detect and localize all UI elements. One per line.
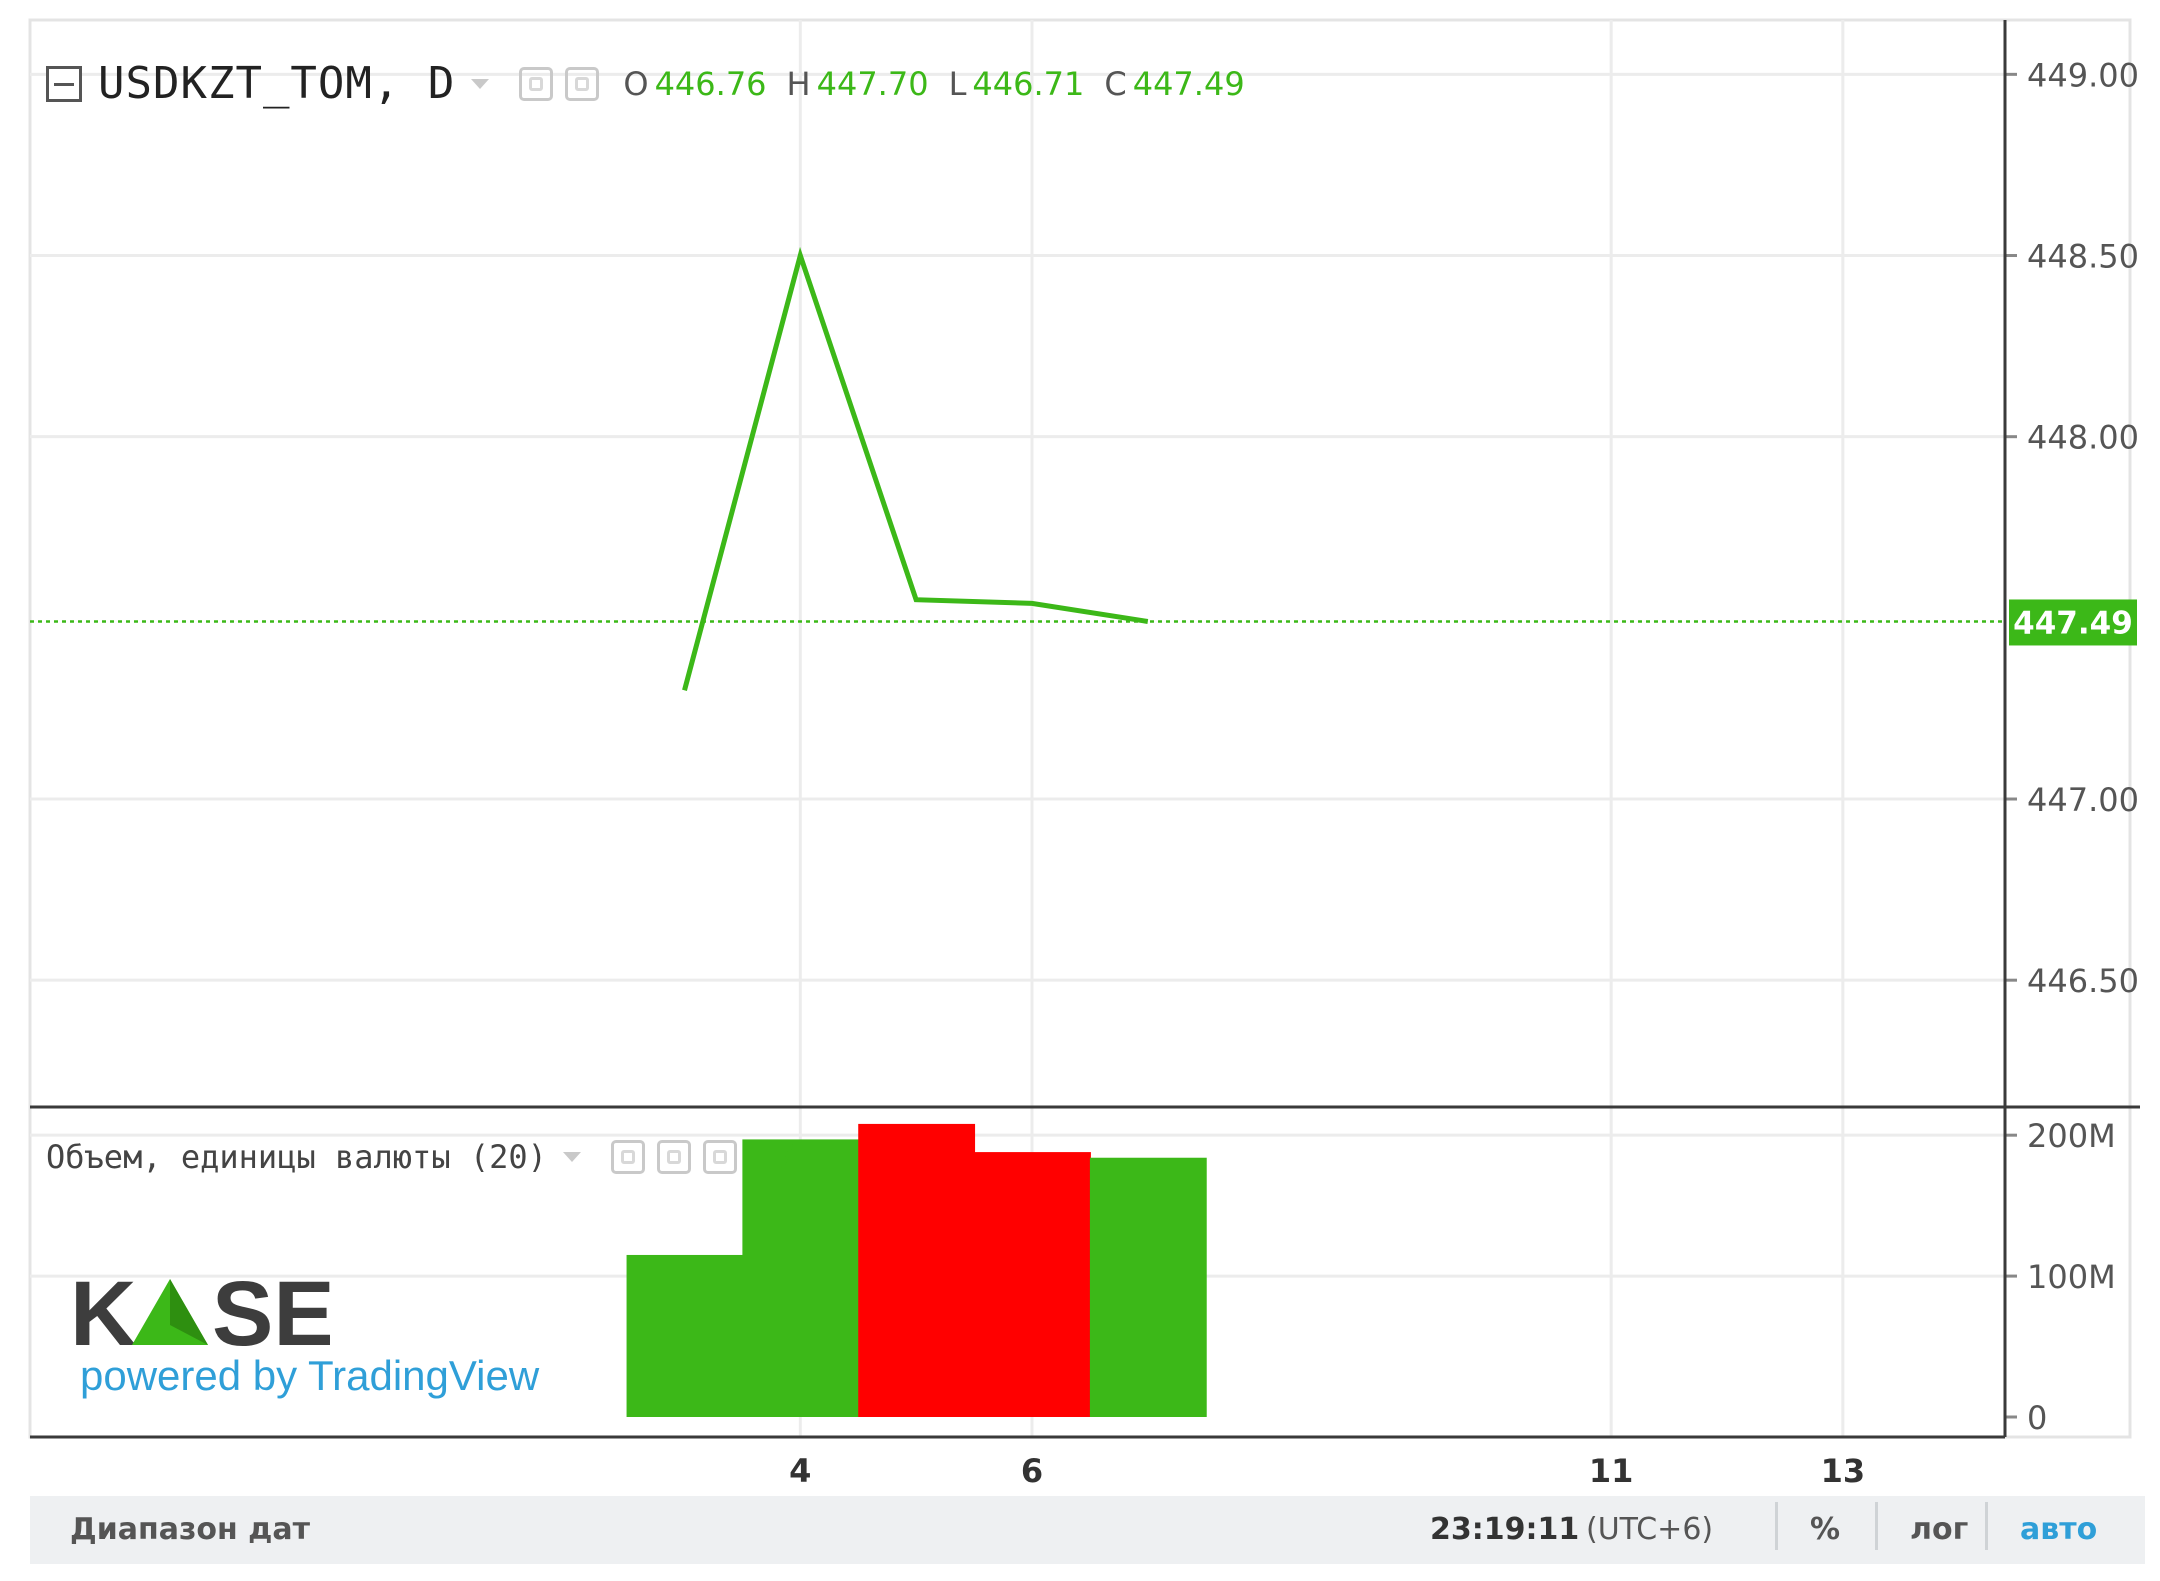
footer-toolbar: Диапазон дат 23:19:11 (UTC+6) % лог авто [30, 1496, 2145, 1564]
main-legend: USDKZT_TOM, D O 446.76 H 447.70 L 446.71… [46, 58, 1245, 109]
date-range-button[interactable]: Диапазон дат [70, 1512, 310, 1547]
ohlc-high-value: 447.70 [816, 64, 929, 103]
volume-bar [742, 1139, 860, 1417]
log-toggle[interactable]: лог [1910, 1512, 1968, 1547]
volume-bar [1089, 1157, 1207, 1417]
x-tick-label: 11 [1589, 1452, 1634, 1490]
kase-logo: K SE [70, 1263, 335, 1365]
auto-toggle[interactable]: авто [2020, 1512, 2097, 1547]
volume-value: 17 [754, 1138, 796, 1176]
price-line [30, 246, 2005, 691]
ohlc-low-value: 446.71 [972, 64, 1085, 103]
last-price-label: 447.49 [2013, 605, 2133, 641]
volume-legend: Объем, единицы валюты (20) 17 [46, 1138, 796, 1176]
ohlc-close-key: C [1104, 64, 1127, 103]
symbol-title[interactable]: USDKZT_TOM, D [98, 58, 455, 109]
visibility-icon[interactable] [610, 1140, 645, 1174]
kase-logo-image: K SE [70, 1263, 335, 1365]
settings-icon[interactable] [519, 66, 554, 101]
chevron-down-icon[interactable] [562, 1152, 581, 1162]
divider [1985, 1502, 1988, 1550]
close-icon[interactable] [702, 1140, 737, 1174]
y-tick-label: 447.00 [2027, 781, 2139, 819]
x-tick-label: 13 [1821, 1452, 1866, 1490]
visibility-icon[interactable] [565, 66, 600, 101]
ohlc-high-key: H [786, 64, 811, 103]
volume-bar [626, 1254, 744, 1417]
settings-icon[interactable] [656, 1140, 691, 1174]
ohlc-low-key: L [948, 64, 967, 103]
svg-text:K: K [70, 1265, 136, 1355]
clock-timezone[interactable]: (UTC+6) [1586, 1512, 1713, 1547]
volume-bar [858, 1123, 976, 1417]
ohlc-close-value: 447.49 [1132, 64, 1245, 103]
chevron-down-icon[interactable] [471, 78, 490, 89]
divider [1775, 1502, 1778, 1550]
price-series-line [682, 246, 1149, 691]
x-tick-label: 6 [1021, 1452, 1043, 1490]
y-tick-label: 448.00 [2027, 419, 2139, 457]
vol-y-tick-label: 0 [2027, 1399, 2047, 1437]
volume-title[interactable]: Объем, единицы валюты (20) [46, 1138, 547, 1176]
ohlc-open-value: 446.76 [654, 64, 767, 103]
collapse-pane-icon[interactable] [46, 65, 82, 102]
percent-toggle[interactable]: % [1810, 1512, 1840, 1547]
y-tick-label: 448.50 [2027, 238, 2139, 276]
x-tick-label: 4 [789, 1452, 811, 1490]
y-tick-label: 449.00 [2027, 56, 2139, 94]
divider [1875, 1502, 1878, 1550]
powered-by-link[interactable]: powered by TradingView [80, 1352, 539, 1400]
svg-text:SE: SE [212, 1265, 330, 1355]
clock-time: 23:19:11 [1430, 1512, 1580, 1547]
vol-y-tick-label: 100M [2027, 1258, 2116, 1296]
vol-y-tick-label: 200M [2027, 1117, 2116, 1155]
y-tick-label: 446.50 [2027, 962, 2139, 1000]
ohlc-open-key: O [623, 64, 649, 103]
volume-bar [974, 1152, 1091, 1417]
chart-widget: 449.00 448.50 448.00 447.00 446.50 4 6 11 13 200M… [0, 0, 2160, 1581]
